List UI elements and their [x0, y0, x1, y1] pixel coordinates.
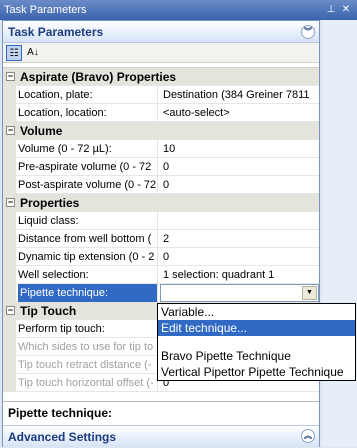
- panel-title: Task Parameters: [8, 25, 104, 39]
- property-value[interactable]: [160, 212, 319, 230]
- row-gutter: [3, 248, 16, 266]
- row-gutter: [3, 356, 16, 374]
- row-gutter: [3, 158, 16, 176]
- task-parameters-panel: Task Parameters ︾ ☷ A↓ − Aspirate (Bravo…: [2, 20, 320, 447]
- window-title: Task Parameters: [4, 4, 87, 16]
- row-gutter: [3, 320, 16, 338]
- close-icon[interactable]: ✕: [340, 3, 352, 16]
- property-value[interactable]: Destination (384 Greiner 7811: [160, 86, 319, 104]
- pipette-technique-dropdown-list: Variable... Edit technique... Bravo Pipe…: [157, 303, 356, 381]
- property-row[interactable]: Distance from well bottom ( 2: [3, 230, 319, 248]
- dropdown-item-variable[interactable]: Variable...: [158, 304, 355, 320]
- collapse-toggle-icon[interactable]: −: [6, 72, 15, 81]
- property-row[interactable]: Pre-aspirate volume (0 - 72 0: [3, 158, 319, 176]
- property-name: Location, location:: [18, 104, 158, 122]
- property-name: Volume (0 - 72 µL):: [18, 140, 158, 158]
- expand-icon[interactable]: ︽: [301, 429, 315, 443]
- category-label: Tip Touch: [20, 304, 77, 318]
- property-value[interactable]: <auto-select>: [160, 104, 319, 122]
- property-row[interactable]: Volume (0 - 72 µL): 10: [3, 140, 319, 158]
- row-gutter: [3, 104, 16, 122]
- property-row[interactable]: Post-aspirate volume (0 - 72 0: [3, 176, 319, 194]
- property-name: Post-aspirate volume (0 - 72: [18, 176, 158, 194]
- row-gutter: [3, 338, 16, 356]
- property-name: Distance from well bottom (: [18, 230, 158, 248]
- dropdown-item-vertical-pipettor-technique[interactable]: Vertical Pipettor Pipette Technique: [158, 364, 355, 380]
- panel-header[interactable]: Task Parameters ︾: [3, 21, 319, 43]
- property-name: Pipette technique:: [18, 284, 158, 302]
- collapse-icon[interactable]: ︾: [301, 25, 315, 39]
- category-aspirate[interactable]: − Aspirate (Bravo) Properties: [3, 68, 319, 86]
- category-label: Volume: [20, 124, 63, 138]
- property-value[interactable]: 0: [160, 158, 319, 176]
- property-grid-toolbar: ☷ A↓: [3, 43, 319, 63]
- property-value[interactable]: 2: [160, 230, 319, 248]
- property-row[interactable]: Dynamic tip extension (0 - 2 0: [3, 248, 319, 266]
- description-pane: Pipette technique:: [3, 401, 319, 424]
- property-value[interactable]: 0: [160, 176, 319, 194]
- row-gutter: [3, 266, 16, 284]
- dropdown-separator: [158, 336, 355, 348]
- collapse-toggle-icon[interactable]: −: [6, 126, 15, 135]
- row-gutter: [3, 86, 16, 104]
- alphabetical-sort-icon[interactable]: A↓: [25, 45, 41, 61]
- property-row[interactable]: Well selection: 1 selection: quadrant 1: [3, 266, 319, 284]
- property-name: Which sides to use for tip to: [18, 338, 158, 356]
- property-name: Tip touch retract distance (-: [18, 356, 158, 374]
- property-value[interactable]: 10: [160, 140, 319, 158]
- row-gutter: [3, 212, 16, 230]
- property-name: Dynamic tip extension (0 - 2: [18, 248, 158, 266]
- property-name: Perform tip touch:: [18, 320, 158, 338]
- row-gutter: [3, 284, 16, 302]
- property-row-pipette-technique[interactable]: Pipette technique: ▼: [3, 284, 319, 302]
- property-name: Location, plate:: [18, 86, 158, 104]
- side-area: [322, 20, 357, 447]
- category-volume[interactable]: − Volume: [3, 122, 319, 140]
- description-title: Pipette technique:: [8, 406, 113, 420]
- property-row[interactable]: Liquid class:: [3, 212, 319, 230]
- row-gutter: [3, 176, 16, 194]
- property-value[interactable]: 0: [160, 248, 319, 266]
- property-name: Well selection:: [18, 266, 158, 284]
- category-label: Properties: [20, 196, 80, 210]
- row-gutter: [3, 374, 16, 392]
- dropdown-item-bravo-technique[interactable]: Bravo Pipette Technique: [158, 348, 355, 364]
- pipette-technique-select[interactable]: ▼: [160, 284, 319, 302]
- dropdown-arrow-icon[interactable]: ▼: [302, 286, 317, 300]
- property-name: Tip touch horizontal offset (-: [18, 374, 158, 392]
- property-value[interactable]: 1 selection: quadrant 1: [160, 266, 319, 284]
- advanced-settings-title: Advanced Settings: [8, 430, 117, 444]
- property-row[interactable]: Location, location: <auto-select>: [3, 104, 319, 122]
- advanced-settings-header[interactable]: Advanced Settings ︽: [3, 425, 319, 447]
- window-title-bar: Task Parameters ⊥ ✕: [0, 0, 357, 20]
- pin-icon[interactable]: ⊥: [325, 3, 337, 16]
- collapse-toggle-icon[interactable]: −: [6, 306, 15, 315]
- dropdown-item-edit-technique[interactable]: Edit technique...: [158, 320, 355, 336]
- categorized-icon[interactable]: ☷: [6, 45, 22, 61]
- row-gutter: [3, 230, 16, 248]
- property-name: Liquid class:: [18, 212, 158, 230]
- property-row[interactable]: Location, plate: Destination (384 Greine…: [3, 86, 319, 104]
- collapse-toggle-icon[interactable]: −: [6, 198, 15, 207]
- category-properties[interactable]: − Properties: [3, 194, 319, 212]
- category-label: Aspirate (Bravo) Properties: [20, 70, 177, 84]
- property-name: Pre-aspirate volume (0 - 72: [18, 158, 158, 176]
- row-gutter: [3, 140, 16, 158]
